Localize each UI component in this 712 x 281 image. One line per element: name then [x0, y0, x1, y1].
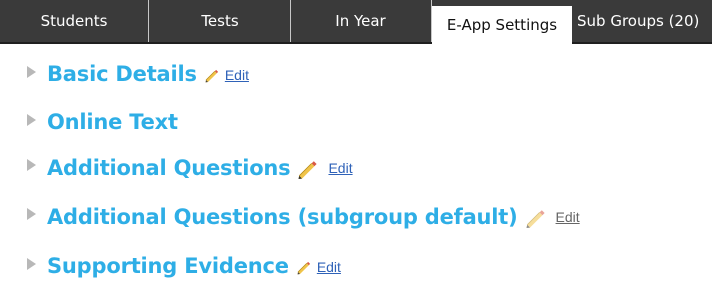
edit-link[interactable]: Edit: [556, 210, 580, 224]
tab-e-app-settings[interactable]: E-App Settings: [432, 6, 572, 44]
additional-questions-subgroup-default-edit[interactable]: Edit: [525, 206, 580, 228]
tab-tests[interactable]: Tests: [149, 0, 291, 42]
basic-details-section: Basic Details Edit: [27, 64, 249, 85]
edit-link[interactable]: Edit: [317, 260, 341, 274]
edit-link[interactable]: Edit: [328, 161, 352, 175]
expand-arrow-icon[interactable]: [27, 65, 36, 78]
supporting-evidence-title[interactable]: Supporting Evidence: [47, 256, 289, 277]
supporting-evidence-section: Supporting Evidence Edit: [27, 256, 341, 277]
pencil-icon: [526, 210, 545, 228]
expand-arrow-icon[interactable]: [27, 113, 36, 126]
pencil-icon: [297, 261, 310, 274]
pencil-icon: [205, 69, 218, 82]
tab-students[interactable]: Students: [10, 0, 138, 42]
expand-arrow-icon[interactable]: [27, 208, 36, 220]
online-text-section: Online Text: [27, 112, 178, 133]
basic-details-title[interactable]: Basic Details: [47, 64, 197, 85]
top-tab-bar: Students Tests In Year E-App Settings Su…: [0, 0, 712, 44]
tab-sub-groups[interactable]: Sub Groups (20): [575, 0, 712, 42]
additional-questions-subgroup-default-section: Additional Questions (subgroup default) …: [27, 206, 580, 228]
expand-arrow-icon[interactable]: [27, 159, 36, 171]
edit-link[interactable]: Edit: [225, 68, 249, 82]
basic-details-edit[interactable]: Edit: [204, 67, 249, 83]
additional-questions-edit[interactable]: Edit: [297, 157, 353, 179]
additional-questions-subgroup-default-title[interactable]: Additional Questions (subgroup default): [47, 206, 518, 228]
online-text-title[interactable]: Online Text: [47, 112, 178, 133]
pencil-icon: [298, 161, 318, 179]
additional-questions-section: Additional Questions Edit: [27, 157, 353, 179]
additional-questions-title[interactable]: Additional Questions: [47, 157, 291, 179]
tab-in-year[interactable]: In Year: [290, 0, 431, 42]
expand-arrow-icon[interactable]: [27, 257, 36, 270]
supporting-evidence-edit[interactable]: Edit: [296, 259, 341, 275]
